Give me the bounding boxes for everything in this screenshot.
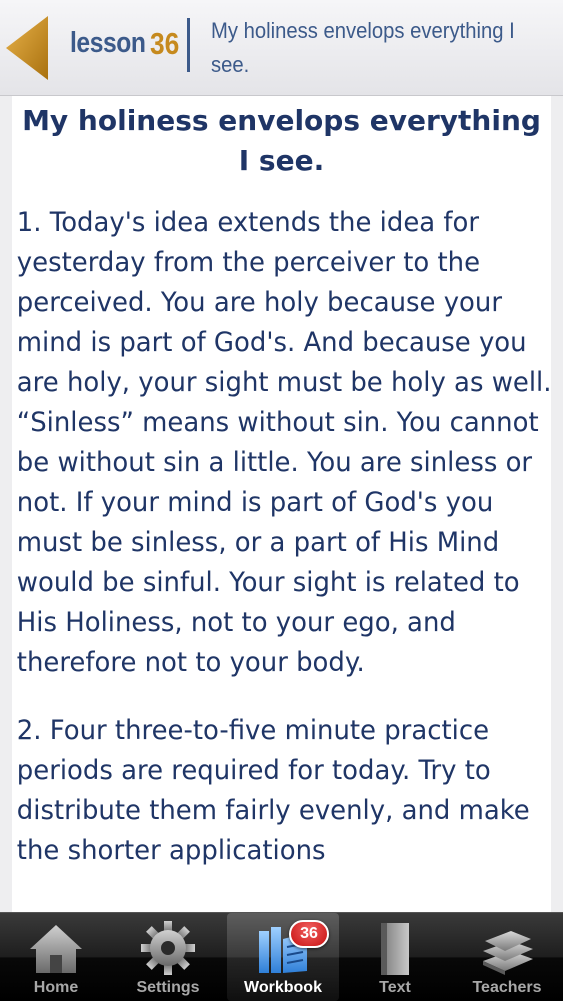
notification-badge: 36	[289, 920, 329, 948]
tab-label: Home	[33, 979, 79, 996]
lesson-heading: My holiness envelops everything I see.	[22, 104, 541, 177]
gear-icon	[141, 921, 195, 975]
header-title: My holiness envelops everything I see.	[211, 18, 515, 77]
house-icon	[30, 925, 82, 973]
back-button[interactable]	[4, 14, 50, 82]
tab-teachers[interactable]: Teachers	[451, 913, 563, 1001]
header-bar: lesson 36 My holiness envelops everythin…	[0, 0, 563, 96]
books-stack-icon	[483, 931, 533, 975]
tab-workbook[interactable]: 36 Workbook	[227, 913, 339, 1001]
tab-label: Settings	[136, 979, 200, 996]
lesson-scroll-area[interactable]: My holiness envelops everything I see. 1…	[0, 96, 563, 912]
lesson-number: 36	[150, 26, 180, 61]
header-divider	[187, 18, 190, 72]
lesson-paragraph: 1. Today's idea extends the idea for yes…	[16, 207, 552, 678]
lesson-paragraph: 2. Four three-to-five minute practice pe…	[16, 715, 530, 866]
tab-label: Workbook	[244, 979, 322, 996]
tab-settings[interactable]: Settings	[112, 913, 224, 1001]
tab-home[interactable]: Home	[0, 913, 112, 1001]
lesson-label: lesson	[70, 27, 146, 59]
tab-label: Teachers	[472, 979, 542, 996]
tab-bar: Home Settings 36 Workbook Text Teachers	[0, 912, 563, 1001]
back-arrow-icon	[6, 16, 48, 80]
book-icon	[381, 923, 409, 975]
tab-label: Text	[379, 979, 411, 996]
tab-text[interactable]: Text	[339, 913, 451, 1001]
lesson-page: My holiness envelops everything I see. 1…	[12, 96, 551, 912]
